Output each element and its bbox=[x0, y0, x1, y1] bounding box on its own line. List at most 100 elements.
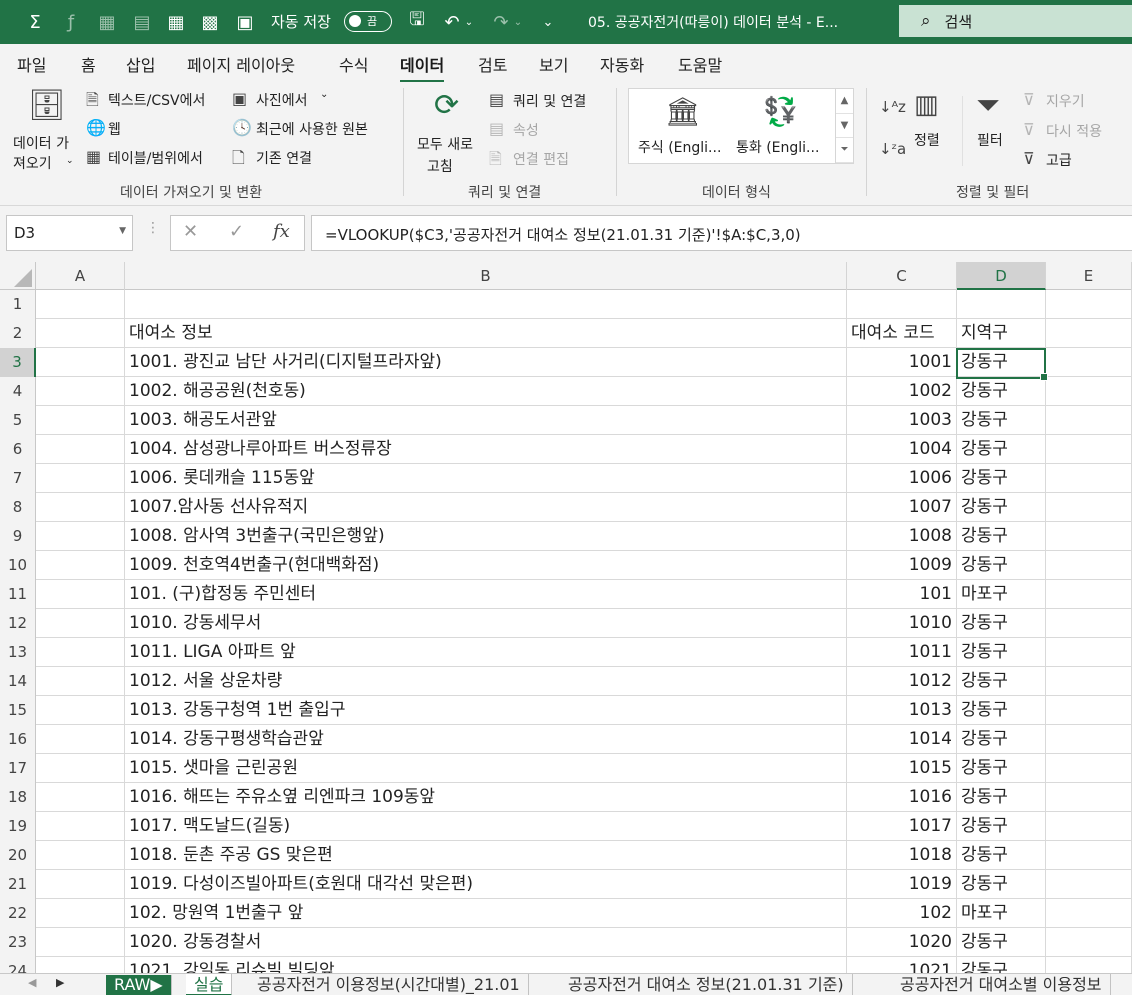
queries-connections-button[interactable]: 쿼리 및 연결 bbox=[513, 91, 586, 111]
cell-d[interactable]: 강동구 bbox=[957, 957, 1046, 973]
cell-e[interactable] bbox=[1046, 638, 1132, 666]
cell-d[interactable]: 강동구 bbox=[957, 870, 1046, 898]
cell-c[interactable]: 101 bbox=[847, 580, 957, 608]
cell-c[interactable]: 1014 bbox=[847, 725, 957, 753]
sheet-tab-station-usage[interactable]: 공공자전거 대여소별 이용정보 bbox=[892, 974, 1111, 995]
existing-connections-button[interactable]: 기존 연결 bbox=[256, 148, 312, 168]
tab-review[interactable]: 검토 bbox=[478, 52, 507, 76]
cell-e[interactable] bbox=[1046, 696, 1132, 724]
sheet-tab-practice[interactable]: 실습 bbox=[186, 974, 233, 995]
cell-a[interactable] bbox=[36, 841, 125, 869]
cell-b[interactable]: 1009. 천호역4번출구(현대백화점) bbox=[125, 551, 847, 579]
cell-d[interactable] bbox=[957, 290, 1046, 318]
cell-b[interactable]: 1018. 둔촌 주공 GS 맞은편 bbox=[125, 841, 847, 869]
tab-help[interactable]: 도움말 bbox=[678, 52, 722, 76]
row-header[interactable]: 1 bbox=[0, 290, 36, 319]
row-header[interactable]: 16 bbox=[0, 725, 36, 754]
cell-e[interactable] bbox=[1046, 551, 1132, 579]
cell-d[interactable]: 강동구 bbox=[957, 464, 1046, 492]
cell-a[interactable] bbox=[36, 812, 125, 840]
row-header[interactable]: 22 bbox=[0, 899, 36, 928]
cell-a[interactable] bbox=[36, 754, 125, 782]
cell-a[interactable] bbox=[36, 319, 125, 347]
cell-d[interactable]: 지역구 bbox=[957, 319, 1046, 347]
cell-a[interactable] bbox=[36, 899, 125, 927]
cell-b[interactable]: 1012. 서울 상운차량 bbox=[125, 667, 847, 695]
tab-view[interactable]: 보기 bbox=[539, 52, 568, 76]
row-header[interactable]: 7 bbox=[0, 464, 36, 493]
cell-b[interactable]: 1019. 다성이즈빌아파트(호원대 대각선 맞은편) bbox=[125, 870, 847, 898]
cell-a[interactable] bbox=[36, 696, 125, 724]
tab-formulas[interactable]: 수식 bbox=[339, 52, 368, 76]
formula-input[interactable]: =VLOOKUP($C3,'공공자전거 대여소 정보(21.01.31 기준)'… bbox=[311, 215, 1132, 251]
chevron-down-icon[interactable]: ▼ bbox=[119, 226, 126, 236]
sheet-tab-usage-hourly[interactable]: 공공자전거 이용정보(시간대별)_21.01 bbox=[249, 974, 529, 995]
cancel-icon[interactable]: ✕ bbox=[183, 221, 198, 242]
cell-d[interactable]: 강동구 bbox=[957, 377, 1046, 405]
cell-b[interactable]: 1006. 롯데캐슬 115동앞 bbox=[125, 464, 847, 492]
undo-dropdown-icon[interactable]: ⌄ bbox=[462, 8, 476, 36]
column-header-e[interactable]: E bbox=[1046, 262, 1132, 290]
row-header[interactable]: 14 bbox=[0, 667, 36, 696]
row-header[interactable]: 3 bbox=[0, 348, 36, 377]
cell-c[interactable]: 1001 bbox=[847, 348, 957, 376]
cell-c[interactable]: 1007 bbox=[847, 493, 957, 521]
cell-a[interactable] bbox=[36, 377, 125, 405]
cell-a[interactable] bbox=[36, 638, 125, 666]
sort-button[interactable]: ▥ 정렬 bbox=[910, 90, 952, 160]
cell-c[interactable]: 1018 bbox=[847, 841, 957, 869]
cell-b[interactable]: 1015. 샛마을 근린공원 bbox=[125, 754, 847, 782]
cell-a[interactable] bbox=[36, 406, 125, 434]
refresh-all-button[interactable]: ⟳ 모두 새로 고침 bbox=[414, 88, 484, 175]
row-header[interactable]: 5 bbox=[0, 406, 36, 435]
cell-e[interactable] bbox=[1046, 667, 1132, 695]
cell-a[interactable] bbox=[36, 783, 125, 811]
properties-button[interactable]: 속성 bbox=[513, 120, 539, 140]
search-box[interactable]: ⌕ 검색 bbox=[899, 5, 1132, 37]
cell-c[interactable]: 대여소 코드 bbox=[847, 319, 957, 347]
cell-b[interactable]: 1014. 강동구평생학습관앞 bbox=[125, 725, 847, 753]
from-picture-button[interactable]: 사진에서 bbox=[256, 90, 308, 110]
cell-a[interactable] bbox=[36, 609, 125, 637]
cell-d[interactable]: 마포구 bbox=[957, 899, 1046, 927]
cell-b[interactable]: 1007.암사동 선사유적지 bbox=[125, 493, 847, 521]
column-header-c[interactable]: C bbox=[847, 262, 957, 290]
row-header[interactable]: 17 bbox=[0, 754, 36, 783]
enter-icon[interactable]: ✓ bbox=[229, 221, 244, 242]
cell-b[interactable]: 1017. 맥도날드(길동) bbox=[125, 812, 847, 840]
gallery-up-icon[interactable]: ▲ bbox=[836, 89, 853, 114]
cell-e[interactable] bbox=[1046, 725, 1132, 753]
cell-a[interactable] bbox=[36, 464, 125, 492]
from-web-button[interactable]: 웹 bbox=[108, 119, 121, 139]
currencies-button[interactable]: 💱 통화 (Engli... bbox=[733, 93, 833, 159]
cell-c[interactable]: 1017 bbox=[847, 812, 957, 840]
row-header[interactable]: 23 bbox=[0, 928, 36, 957]
insert-table-icon[interactable]: ▩ bbox=[196, 8, 224, 36]
filter-button[interactable]: ⏷ 필터 bbox=[972, 88, 1014, 160]
cell-c[interactable]: 1015 bbox=[847, 754, 957, 782]
cell-c[interactable]: 1013 bbox=[847, 696, 957, 724]
column-header-b[interactable]: B bbox=[125, 262, 847, 290]
row-header[interactable]: 8 bbox=[0, 493, 36, 522]
save-icon[interactable]: 🖫 bbox=[403, 8, 431, 36]
cell-c[interactable]: 1002 bbox=[847, 377, 957, 405]
number-format-icon[interactable]: ▦ bbox=[93, 8, 121, 36]
cell-e[interactable] bbox=[1046, 290, 1132, 318]
from-text-csv-button[interactable]: 텍스트/CSV에서 bbox=[108, 90, 205, 110]
next-sheet-icon[interactable]: ▶ bbox=[56, 976, 64, 989]
column-header-a[interactable]: A bbox=[36, 262, 125, 290]
cell-d[interactable]: 강동구 bbox=[957, 435, 1046, 463]
cell-d[interactable]: 강동구 bbox=[957, 812, 1046, 840]
cell-c[interactable]: 1019 bbox=[847, 870, 957, 898]
stocks-button[interactable]: 🏛 주식 (Engli... bbox=[633, 93, 733, 159]
cell-c[interactable]: 1006 bbox=[847, 464, 957, 492]
cell-e[interactable] bbox=[1046, 957, 1132, 973]
cell-e[interactable] bbox=[1046, 609, 1132, 637]
cell-d[interactable]: 강동구 bbox=[957, 493, 1046, 521]
clipboard-icon[interactable]: ▤ bbox=[128, 8, 156, 36]
cell-b[interactable]: 1001. 광진교 남단 사거리(디지털프라자앞) bbox=[125, 348, 847, 376]
cell-a[interactable] bbox=[36, 551, 125, 579]
cell-e[interactable] bbox=[1046, 899, 1132, 927]
row-header[interactable]: 2 bbox=[0, 319, 36, 348]
cell-d[interactable]: 마포구 bbox=[957, 580, 1046, 608]
